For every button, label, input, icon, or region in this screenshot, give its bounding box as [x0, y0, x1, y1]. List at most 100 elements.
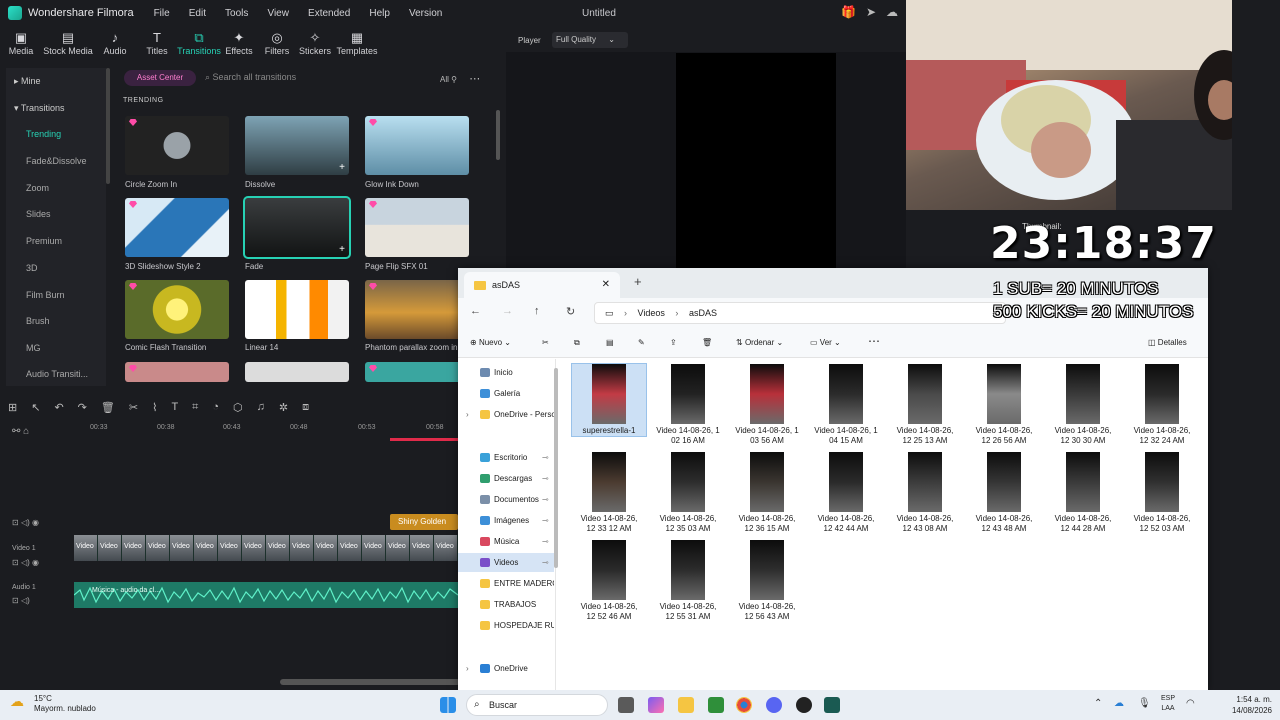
sidebar-item-escritorio[interactable]: Escritorio ⊸ [458, 448, 554, 467]
tool-media[interactable]: ▣ Media [0, 26, 42, 64]
pin-icon[interactable]: ⊸ [542, 469, 549, 488]
transition-thumb-glow-ink-down[interactable] [365, 116, 469, 175]
tool-effects[interactable]: ✦ Effects [220, 26, 258, 64]
sidebar-item-entre-madero[interactable]: ENTRE MADERO [458, 574, 554, 593]
lock-icon[interactable]: ⊡ [12, 518, 19, 527]
video-clip[interactable]: Video [122, 535, 146, 561]
sidebar-scrollbar[interactable] [554, 368, 558, 568]
pin-icon[interactable]: ⊸ [542, 490, 549, 509]
file-item[interactable]: Video 14-08-26, 12 35 03 AM [651, 452, 725, 534]
video-clip[interactable]: Video [170, 535, 194, 561]
copy-icon[interactable]: ⧉ [574, 338, 580, 348]
video-clip[interactable]: Video [338, 535, 362, 561]
speaker-icon[interactable]: ◁) [21, 518, 30, 527]
file-item[interactable]: Video 14-08-26, 12 30 30 AM [1046, 364, 1120, 446]
filmora-taskbar-icon[interactable] [824, 697, 840, 713]
nav-mine[interactable]: ▸ Mine [6, 68, 106, 95]
timeline-playhead-range[interactable] [390, 438, 460, 441]
file-item[interactable]: Video 14-08-26, 1 04 15 AM [809, 364, 883, 446]
video-clip[interactable]: Video [74, 535, 98, 561]
sidebar-item-imagenes[interactable]: Imágenes ⊸ [458, 511, 554, 530]
tool-templates[interactable]: ▦ Templates [334, 26, 380, 64]
file-item[interactable]: superestrella-1 [571, 363, 647, 437]
audio-icon[interactable]: ♫ [257, 401, 265, 413]
file-explorer-icon[interactable] [678, 697, 694, 713]
tool-audio[interactable]: ♪ Audio [94, 26, 136, 64]
cut-scissors-icon[interactable]: ✂ [129, 401, 138, 414]
speaker-icon[interactable]: ◁) [21, 596, 30, 605]
transition-thumb-partial[interactable] [365, 362, 469, 382]
breadcrumb-videos[interactable]: Videos [638, 308, 665, 318]
file-item[interactable]: Video 14-08-26, 12 26 56 AM [967, 364, 1041, 446]
forward-arrow-icon[interactable]: → [502, 305, 513, 317]
up-arrow-icon[interactable]: ↑ [534, 305, 540, 317]
gift-icon[interactable]: 🎁 [841, 5, 856, 19]
layout-grid-icon[interactable]: ⊞ [8, 401, 17, 414]
transition-thumb-circle-zoom-in[interactable] [125, 116, 229, 175]
shiny-golden-badge[interactable]: Shiny Golden [390, 514, 458, 530]
nav-slides[interactable]: Slides [6, 201, 106, 228]
nav-trending[interactable]: Trending [6, 121, 106, 148]
crop-icon[interactable]: ⌗ [192, 401, 198, 414]
new-button[interactable]: ⊕ Nuevo ⌄ [470, 338, 511, 347]
task-view-icon[interactable] [618, 697, 634, 713]
breadcrumb[interactable]: ▭ › Videos › asDAS [594, 302, 1006, 324]
taskbar-search[interactable]: ⌕ Buscar [466, 694, 608, 716]
menu-view[interactable]: View [267, 8, 289, 19]
file-item[interactable]: Video 14-08-26, 12 52 46 AM [572, 540, 646, 622]
chevron-up-icon[interactable]: ⌃ [1094, 698, 1102, 709]
menu-help[interactable]: Help [369, 8, 390, 19]
sidebar-item-documentos[interactable]: Documentos ⊸ [458, 490, 554, 509]
sort-button[interactable]: ⇅ Ordenar ⌄ [736, 338, 783, 347]
sidebar-item-descargas[interactable]: Descargas ⊸ [458, 469, 554, 488]
file-item[interactable]: Video 14-08-26, 12 25 13 AM [888, 364, 962, 446]
details-button[interactable]: ◫ Detalles [1148, 338, 1187, 347]
share-icon[interactable]: ⇪ [670, 338, 677, 347]
sidebar-item-musica[interactable]: Música ⊸ [458, 532, 554, 551]
lock-icon[interactable]: ⊡ [12, 558, 19, 567]
undo-icon[interactable]: ↶ [54, 401, 63, 414]
asset-scrollbar[interactable] [496, 110, 500, 160]
add-plus-icon[interactable]: + [339, 244, 345, 255]
more-options-icon[interactable]: ⋯ [469, 73, 480, 85]
nav-transitions[interactable]: ▾ Transitions [6, 95, 106, 122]
transition-thumb-dissolve[interactable]: + [245, 116, 349, 175]
add-plus-icon[interactable]: + [339, 162, 345, 173]
eye-icon[interactable]: ◉ [32, 558, 39, 567]
back-arrow-icon[interactable]: ← [470, 305, 481, 317]
nav-mg[interactable]: MG [6, 335, 106, 362]
transition-thumb-partial[interactable] [125, 362, 229, 382]
sidebar-item-onedrive[interactable]: › OneDrive [458, 659, 554, 678]
file-item[interactable]: Video 14-08-26, 12 36 15 AM [730, 452, 804, 534]
rename-icon[interactable]: ✎ [638, 338, 645, 347]
speed-icon[interactable]: ◔ [212, 401, 219, 413]
video-clip[interactable]: Video [386, 535, 410, 561]
quality-dropdown[interactable]: Full Quality ⌄ [552, 32, 628, 48]
transition-thumb-page-flip-sfx-01[interactable] [365, 198, 469, 257]
video-clip[interactable]: Video [242, 535, 266, 561]
effect-icon[interactable]: ✲ [279, 401, 288, 414]
pin-icon[interactable]: ⊸ [542, 511, 549, 530]
menu-file[interactable]: File [154, 8, 170, 19]
sidebar-item-galeria[interactable]: Galería [458, 384, 554, 403]
marker-icon[interactable]: ⌂ [23, 426, 29, 437]
onedrive-cloud-icon[interactable]: ☁ [1114, 698, 1124, 709]
refresh-icon[interactable]: ↻ [566, 305, 575, 318]
close-tab-icon[interactable]: ✕ [602, 272, 610, 298]
transition-thumb-phantom-parallax[interactable] [365, 280, 469, 339]
transition-thumb-3d-slideshow-style-2[interactable] [125, 198, 229, 257]
video-clip[interactable]: Video [266, 535, 290, 561]
explorer-tab[interactable]: asDAS ✕ [464, 272, 620, 298]
nav-3d[interactable]: 3D [6, 255, 106, 282]
new-tab-plus-icon[interactable]: + [634, 274, 642, 289]
tool-titles[interactable]: T Titles [136, 26, 178, 64]
split-icon[interactable]: ⌇ [152, 401, 157, 414]
sidebar-item-trabajos[interactable]: TRABAJOS [458, 595, 554, 614]
cut-icon[interactable]: ✂ [542, 338, 549, 347]
tool-stickers[interactable]: ✧ Stickers [296, 26, 334, 64]
video-clip[interactable]: Video [362, 535, 386, 561]
lock-icon[interactable]: ⊡ [12, 596, 19, 605]
menu-edit[interactable]: Edit [189, 8, 206, 19]
tool-transitions[interactable]: ⧉ Transitions [177, 26, 221, 64]
delete-icon[interactable]: 🗑 [702, 338, 712, 347]
